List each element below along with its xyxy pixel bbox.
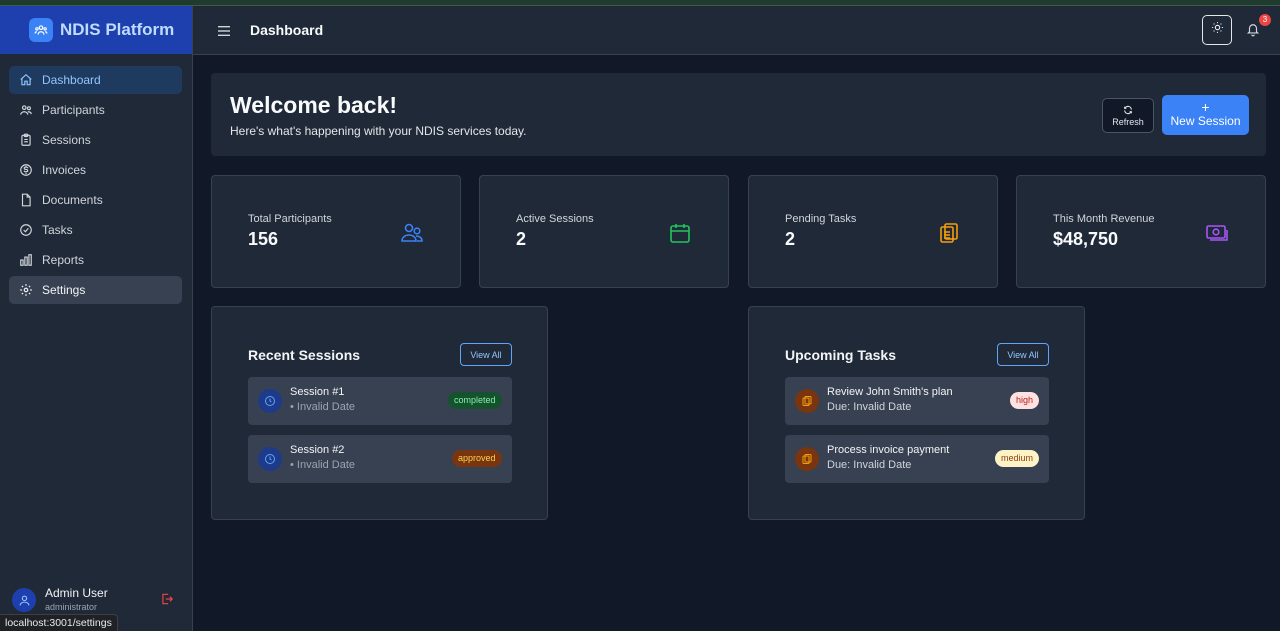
view-all-tasks-button[interactable]: View All — [997, 343, 1049, 366]
clipboard-icon — [795, 447, 819, 471]
welcome-subtitle: Here's what's happening with your NDIS s… — [230, 124, 527, 138]
session-date: • Invalid Date — [290, 459, 355, 471]
gear-icon — [19, 283, 33, 297]
file-icon — [19, 193, 33, 207]
stat-value: $48,750 — [1053, 229, 1119, 249]
status-badge: approved — [452, 450, 502, 467]
panel-title: Recent Sessions — [248, 347, 361, 363]
upcoming-tasks-panel: Upcoming Tasks View All Review John Smit… — [748, 306, 1085, 520]
brand[interactable]: NDIS Platform — [0, 6, 192, 54]
sidebar-item-label: Sessions — [42, 133, 91, 147]
sidebar: NDIS Platform Dashboard Participants Ses… — [0, 6, 193, 631]
sidebar-item-label: Reports — [42, 253, 85, 267]
sidebar-item-sessions[interactable]: Sessions — [9, 126, 182, 154]
menu-icon[interactable] — [218, 24, 231, 36]
sun-icon — [1211, 21, 1224, 39]
brand-name: NDIS Platform — [60, 20, 175, 39]
cash-icon — [1205, 221, 1229, 245]
users-icon — [400, 221, 424, 245]
session-row[interactable]: Session #1 • Invalid Date completed — [248, 377, 512, 425]
sidebar-item-invoices[interactable]: Invoices — [9, 156, 182, 184]
stat-label: Total Participants — [248, 213, 332, 225]
session-row[interactable]: Session #2 • Invalid Date approved — [248, 435, 512, 483]
clipboard-icon — [795, 389, 819, 413]
priority-badge: medium — [995, 450, 1040, 467]
refresh-label: Refresh — [1112, 116, 1144, 127]
logout-icon[interactable] — [160, 592, 174, 606]
stat-card-revenue: This Month Revenue $48,750 — [1016, 175, 1266, 288]
sidebar-item-tasks[interactable]: Tasks — [9, 216, 182, 244]
stat-label: This Month Revenue — [1053, 213, 1155, 225]
theme-toggle-button[interactable] — [1202, 15, 1232, 45]
refresh-button[interactable]: Refresh — [1102, 98, 1154, 133]
top-header: Dashboard 3 — [193, 6, 1280, 55]
welcome-banner: Welcome back! Here's what's happening wi… — [211, 73, 1266, 156]
recent-sessions-panel: Recent Sessions View All Session #1 • In… — [211, 306, 548, 520]
sidebar-item-dashboard[interactable]: Dashboard — [9, 66, 182, 94]
notification-badge: 3 — [1259, 14, 1271, 26]
refresh-icon — [1123, 105, 1133, 117]
session-title: Session #1 — [290, 386, 345, 398]
stat-label: Pending Tasks — [785, 213, 857, 225]
task-due: Due: Invalid Date — [827, 401, 912, 413]
avatar[interactable] — [12, 588, 36, 612]
stat-value: 2 — [785, 229, 796, 249]
stat-card-participants: Total Participants 156 — [211, 175, 461, 288]
priority-badge: high — [1010, 392, 1040, 409]
sidebar-item-participants[interactable]: Participants — [9, 96, 182, 124]
browser-status-url: localhost:3001/settings — [0, 614, 118, 631]
sidebar-item-label: Tasks — [42, 223, 73, 237]
bell-icon[interactable] — [1246, 23, 1260, 37]
task-title: Process invoice payment — [827, 444, 950, 456]
stat-value: 2 — [516, 229, 527, 249]
sidebar-item-label: Participants — [42, 103, 105, 117]
user-role: administrator — [45, 602, 98, 612]
stat-card-pending-tasks: Pending Tasks 2 — [748, 175, 998, 288]
plus-icon: + — [1201, 99, 1210, 115]
task-due: Due: Invalid Date — [827, 459, 912, 471]
view-all-sessions-button[interactable]: View All — [460, 343, 512, 366]
task-title: Review John Smith's plan — [827, 386, 953, 398]
sidebar-item-label: Documents — [42, 193, 103, 207]
sidebar-item-label: Dashboard — [42, 73, 101, 87]
stat-label: Active Sessions — [516, 213, 594, 225]
bar-chart-icon — [19, 253, 33, 267]
task-row[interactable]: Process invoice payment Due: Invalid Dat… — [785, 435, 1049, 483]
sidebar-item-settings[interactable]: Settings — [9, 276, 182, 304]
sidebar-nav: Dashboard Participants Sessions Invoices… — [0, 54, 192, 304]
welcome-title: Welcome back! — [230, 92, 398, 118]
sidebar-item-reports[interactable]: Reports — [9, 246, 182, 274]
stat-card-active-sessions: Active Sessions 2 — [479, 175, 729, 288]
task-row[interactable]: Review John Smith's plan Due: Invalid Da… — [785, 377, 1049, 425]
clock-icon — [258, 389, 282, 413]
clock-icon — [258, 447, 282, 471]
users-icon — [19, 103, 33, 117]
home-icon — [19, 73, 33, 87]
calendar-icon — [668, 221, 692, 245]
clipboard-icon — [19, 133, 33, 147]
sidebar-item-label: Settings — [42, 283, 86, 297]
sidebar-item-label: Invoices — [42, 163, 87, 177]
user-name: Admin User — [45, 586, 108, 600]
clipboard-icon — [937, 221, 961, 245]
stat-value: 156 — [248, 229, 279, 249]
status-badge: completed — [448, 392, 502, 409]
check-circle-icon — [19, 223, 33, 237]
session-title: Session #2 — [290, 444, 345, 456]
new-session-button[interactable]: + New Session — [1162, 95, 1249, 135]
page-title: Dashboard — [250, 22, 324, 38]
sidebar-item-documents[interactable]: Documents — [9, 186, 182, 214]
new-session-label: New Session — [1170, 114, 1241, 128]
session-date: • Invalid Date — [290, 401, 355, 413]
panel-title: Upcoming Tasks — [785, 347, 896, 363]
brand-logo-icon — [29, 18, 53, 42]
dollar-icon — [19, 163, 33, 177]
